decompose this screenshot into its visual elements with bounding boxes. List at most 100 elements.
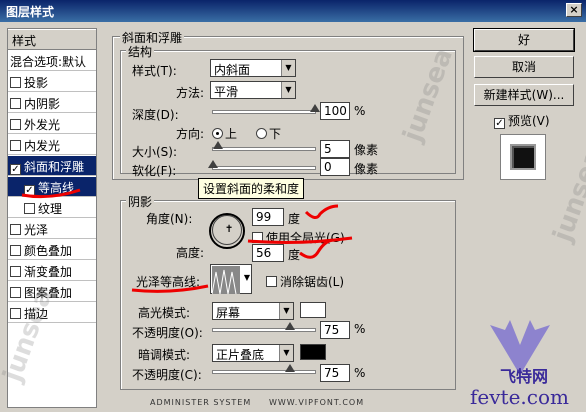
shadow-mode-select[interactable]: 正片叠底 ▼ [212,344,294,362]
direction-label: 方向: [176,127,205,141]
checkbox-checked-icon: ✓ [494,118,505,129]
watermark-footer: ADMINISTER SYSTEM WWW.VIPFONT.COM [150,398,364,407]
style-list-label: 纹理 [38,202,63,216]
soften-unit: 像素 [354,162,379,176]
structure-legend: 结构 [126,43,155,60]
highlight-mode-value: 屏幕 [216,306,241,320]
watermark-side-1: junsea [547,144,586,246]
direction-down-radio[interactable]: 下 [256,125,281,142]
antialias-checkbox[interactable]: 消除锯齿(L) [266,273,344,290]
opacity1-input[interactable]: 75 [320,321,350,339]
style-list-item[interactable]: 光泽 [8,219,96,239]
gloss-contour-picker[interactable]: ▼ [210,264,252,294]
style-list-item[interactable]: 投影 [8,72,96,92]
styles-header[interactable]: 样式 [8,30,96,50]
checkbox-icon[interactable] [10,98,21,109]
direction-up-radio[interactable]: 上 [212,125,237,142]
opacity2-unit: % [354,366,366,380]
style-list-item[interactable]: 颜色叠加 [8,240,96,260]
style-list-item[interactable]: 外发光 [8,114,96,134]
new-style-button[interactable]: 新建样式(W)... [474,84,574,106]
angle-dial[interactable]: ✝ [212,215,242,245]
style-select[interactable]: 内斜面 ▼ [210,59,296,77]
style-list-item[interactable]: 纹理 [8,198,96,218]
watermark-domain: fevte.com [470,385,569,409]
style-list-item[interactable]: 内发光 [8,135,96,155]
altitude-input[interactable]: 56 [252,244,284,262]
direction-down-label: 下 [269,127,282,141]
altitude-label: 高度: [176,246,205,260]
checkbox-icon[interactable] [10,266,21,277]
style-list-item[interactable]: ✓ 等高线 [8,177,96,197]
opacity1-slider-thumb[interactable] [284,322,295,330]
opacity2-slider[interactable] [212,364,316,374]
checkbox-icon[interactable] [24,203,35,214]
title-bar: 图层样式 × [0,0,586,22]
opacity2-slider-thumb[interactable] [284,364,295,372]
style-list-label: 内发光 [24,139,61,153]
style-list-label: 渐变叠加 [24,265,73,279]
soften-tooltip: 设置斜面的柔和度 [198,178,305,199]
depth-unit: % [354,104,366,118]
depth-slider-thumb[interactable] [310,104,320,112]
style-list-label: 混合选项:默认 [10,55,87,69]
opacity1-slider[interactable] [212,322,316,332]
size-unit: 像素 [354,143,379,157]
size-slider-thumb[interactable] [213,141,224,149]
checkbox-checked-icon[interactable]: ✓ [24,185,35,196]
checkbox-icon[interactable] [10,224,21,235]
global-light-label: 使用全局光(G) [266,231,345,245]
checkbox-icon[interactable] [10,245,21,256]
style-list-item[interactable]: 内阴影 [8,93,96,113]
watermark-logo: 飞特网 fevte.com [460,315,580,410]
style-list-item[interactable]: 渐变叠加 [8,261,96,281]
angle-label: 角度(N): [146,212,193,226]
shadow-mode-label: 暗调模式: [138,348,191,362]
method-select[interactable]: 平滑 ▼ [210,81,296,99]
style-list-label: 颜色叠加 [24,244,73,258]
checkbox-icon[interactable] [10,119,21,130]
depth-input[interactable]: 100 [320,102,350,120]
chevron-down-icon: ▼ [279,303,293,319]
soften-slider[interactable] [208,160,316,170]
close-button[interactable]: × [566,3,582,17]
ok-button[interactable]: 好 [473,28,575,52]
size-slider[interactable] [212,141,316,151]
shading-legend: 阴影 [126,193,155,210]
checkbox-checked-icon[interactable]: ✓ [10,164,21,175]
highlight-mode-label: 高光模式: [138,306,191,320]
soften-slider-thumb[interactable] [208,160,218,168]
style-list-label: 内阴影 [24,97,61,111]
highlight-mode-select[interactable]: 屏幕 ▼ [212,302,294,320]
checkbox-icon[interactable] [10,140,21,151]
highlight-color-swatch[interactable] [300,302,326,318]
soften-input[interactable]: 0 [320,158,350,176]
checkbox-icon[interactable] [10,77,21,88]
opacity2-label: 不透明度(C): [132,368,202,382]
shadow-color-swatch[interactable] [300,344,326,360]
antialias-label: 消除锯齿(L) [280,275,345,289]
size-input[interactable]: 5 [320,140,350,158]
preview-checkbox[interactable]: ✓ 预览(V) [494,112,550,129]
style-list-item[interactable]: ✓ 斜面和浮雕 [8,156,96,176]
chevron-down-icon: ▼ [281,60,295,76]
depth-slider[interactable] [212,104,320,114]
opacity1-unit: % [354,322,366,336]
window-title: 图层样式 [6,5,55,19]
altitude-unit: 度 [288,248,301,262]
chevron-down-icon: ▼ [243,273,250,282]
angle-input[interactable]: 99 [252,208,284,226]
opacity2-input[interactable]: 75 [320,364,350,382]
checkbox-icon[interactable] [10,287,21,298]
watermark-system-text: ADMINISTER SYSTEM [150,398,252,407]
size-label: 大小(S): [132,145,178,159]
style-list-item[interactable]: 混合选项:默认 [8,51,96,71]
opacity1-label: 不透明度(O): [132,326,203,340]
watermark-brand: 飞特网 [500,367,549,386]
contour-preview-icon [212,266,240,294]
cancel-button[interactable]: 取消 [474,56,574,78]
radio-icon [256,128,267,139]
preview-square [510,144,536,170]
checkbox-icon [252,232,263,243]
style-list-label: 等高线 [38,181,75,195]
